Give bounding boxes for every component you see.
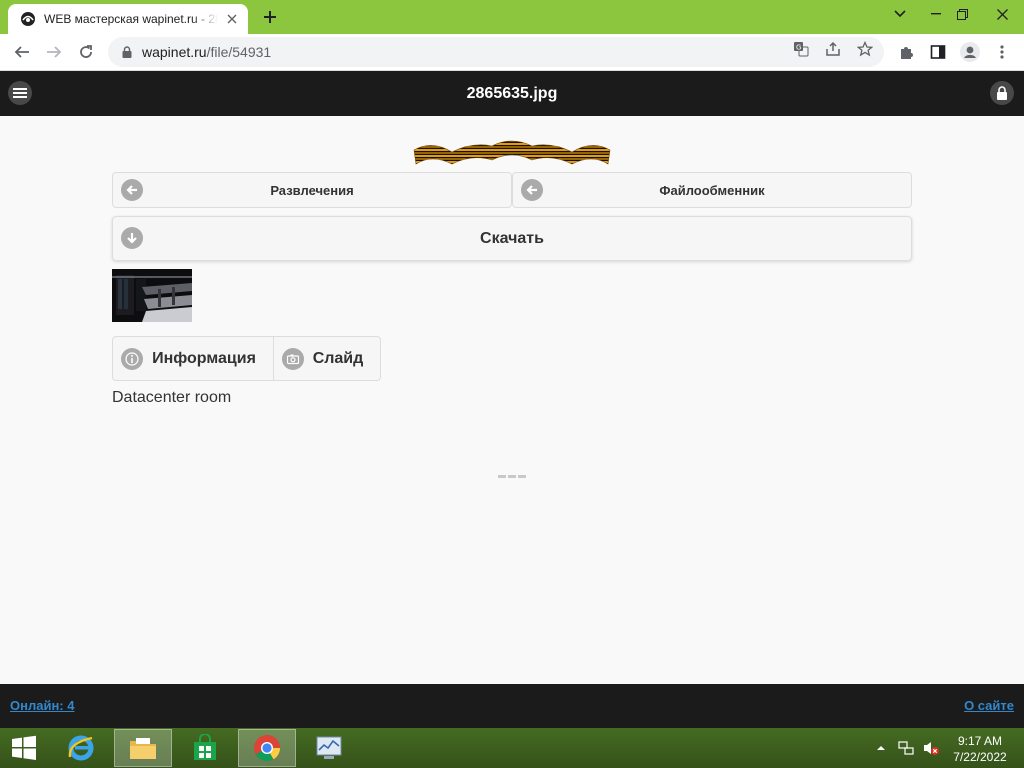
tab-search-icon[interactable] (882, 0, 918, 28)
url-path: /file/54931 (206, 44, 272, 60)
new-tab-button[interactable] (258, 6, 282, 28)
forward-arrow-icon[interactable] (40, 38, 68, 66)
file-description: Datacenter room (112, 389, 232, 406)
internet-explorer-icon[interactable] (52, 729, 110, 767)
system-clock[interactable]: 9:17 AM 7/22/2022 (948, 733, 1012, 765)
back-fileshare-label: Файлообменник (659, 182, 765, 198)
hamburger-menu-icon[interactable] (8, 81, 32, 105)
download-label: Скачать (480, 229, 544, 247)
network-icon[interactable] (896, 728, 916, 768)
share-icon[interactable] (820, 38, 846, 60)
back-arrow-icon[interactable] (8, 38, 36, 66)
browser-toolbar: wapinet.ru/file/54931 G (0, 34, 1024, 71)
chrome-menu-icon[interactable] (988, 38, 1016, 66)
loading-indicator (498, 475, 526, 478)
show-hidden-icons-icon[interactable] (874, 728, 888, 768)
tab-information-label: Информация (152, 349, 256, 367)
clock-time: 9:17 AM (957, 734, 1003, 748)
extensions-puzzle-icon[interactable] (892, 38, 920, 66)
tab-information[interactable]: Информация (112, 336, 274, 381)
back-entertainment-button[interactable]: Развлечения (112, 172, 512, 208)
site-footer: Онлайн: 4 О сайте (0, 684, 1024, 728)
close-window-icon[interactable] (980, 0, 1024, 28)
store-icon[interactable] (176, 729, 234, 767)
chrome-icon[interactable] (238, 729, 296, 767)
login-lock-icon[interactable] (990, 81, 1014, 105)
site-header: 2865635.jpg (0, 71, 1024, 116)
tab-slide[interactable]: Слайд (273, 336, 381, 381)
arrow-left-icon (521, 179, 543, 201)
bookmark-star-icon[interactable] (852, 38, 878, 60)
lock-icon[interactable] (120, 45, 134, 59)
volume-muted-icon[interactable] (920, 728, 942, 768)
camera-icon (282, 348, 304, 370)
svg-text:G: G (796, 44, 801, 52)
about-site-link[interactable]: О сайте (964, 698, 1014, 713)
restore-icon[interactable] (944, 0, 980, 28)
page-title: 2865635.jpg (466, 85, 558, 102)
system-monitor-icon[interactable] (300, 729, 358, 767)
online-users-link[interactable]: Онлайн: 4 (10, 698, 74, 713)
url-text: wapinet.ru/file/54931 (142, 44, 271, 60)
arrow-left-icon (121, 179, 143, 201)
clock-date: 7/22/2022 (953, 750, 1007, 764)
url-host: wapinet.ru (142, 44, 207, 60)
tab-slide-label: Слайд (312, 349, 364, 367)
file-explorer-icon[interactable] (114, 729, 172, 767)
profile-avatar-icon[interactable] (956, 38, 984, 66)
windows-start-icon[interactable] (0, 729, 48, 767)
st-george-ribbon-logo (412, 132, 612, 172)
back-entertainment-label: Развлечения (270, 182, 354, 198)
info-icon (121, 348, 143, 370)
browser-tab-strip: WEB мастерская wapinet.ru - 2865635.jpg (0, 0, 1024, 34)
site-favicon-icon (20, 11, 36, 27)
download-button[interactable]: Скачать (112, 216, 912, 261)
back-fileshare-button[interactable]: Файлообменник (512, 172, 912, 208)
tab-title: WEB мастерская wapinet.ru - 2865635.jpg (44, 12, 218, 26)
reload-icon[interactable] (72, 38, 100, 66)
arrow-down-icon (121, 227, 143, 249)
side-panel-icon[interactable] (924, 38, 952, 66)
browser-tab[interactable]: WEB мастерская wapinet.ru - 2865635.jpg (8, 4, 248, 34)
windows-taskbar: 9:17 AM 7/22/2022 (0, 728, 1024, 768)
image-thumbnail[interactable] (112, 269, 192, 322)
translate-icon[interactable]: G (788, 38, 814, 60)
tab-close-icon[interactable] (224, 11, 240, 27)
address-bar[interactable]: wapinet.ru/file/54931 (108, 37, 884, 67)
